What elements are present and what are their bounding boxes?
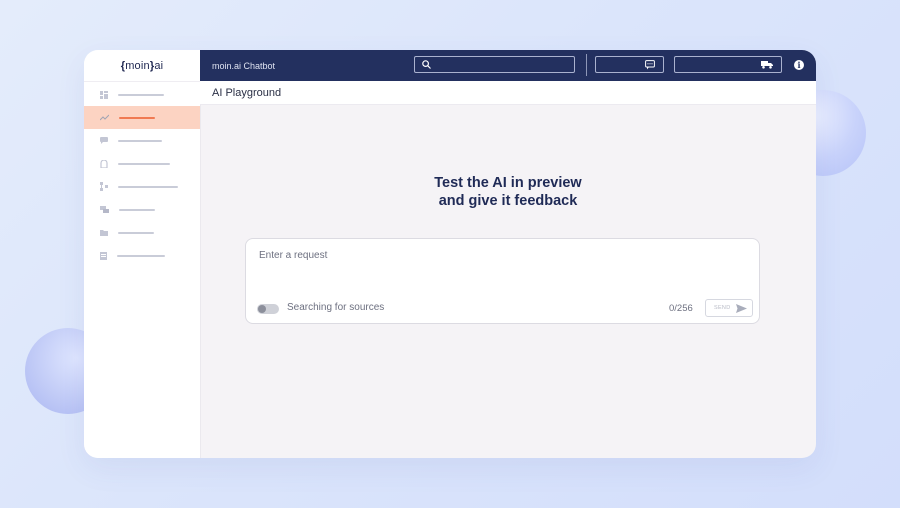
send-button-label: SEND bbox=[714, 305, 731, 311]
sources-toggle-label: Searching for sources bbox=[287, 302, 385, 313]
sidebar-item-flows[interactable] bbox=[84, 175, 200, 198]
document-icon bbox=[100, 251, 107, 260]
sidebar-item-label bbox=[118, 93, 164, 96]
topbar-title: moin.ai Chatbot bbox=[212, 60, 276, 71]
truck-icon bbox=[761, 61, 773, 69]
sidebar: {moin} ai bbox=[84, 50, 201, 458]
search-input[interactable] bbox=[414, 56, 575, 73]
hero-line-2: and give it feedback bbox=[438, 193, 578, 209]
sidebar-item-label bbox=[118, 231, 154, 234]
moin-ai-logo[interactable]: {moin} ai bbox=[84, 50, 200, 82]
search-icon bbox=[422, 60, 431, 69]
sidebar-item-label bbox=[118, 185, 178, 188]
hero-heading: Test the AI in preview and give it feedb… bbox=[200, 174, 816, 210]
sidebar-item-files[interactable] bbox=[84, 221, 200, 244]
app-window: {moin} ai moin.ai Chatbot i AI Playgroun… bbox=[84, 50, 816, 458]
sidebar-item-chat[interactable] bbox=[84, 129, 200, 152]
sidebar-item-label bbox=[117, 254, 165, 257]
request-card: Searching for sources 0/256 SEND bbox=[245, 238, 760, 324]
sidebar-item-analytics[interactable] bbox=[84, 106, 200, 129]
logo-suffix: ai bbox=[154, 59, 164, 72]
sidebar-item-dashboard[interactable] bbox=[84, 83, 200, 106]
chat-icon bbox=[100, 137, 108, 144]
hero-line-1: Test the AI in preview bbox=[434, 175, 582, 191]
page-header: AI Playground bbox=[200, 81, 816, 105]
analytics-chart-icon bbox=[100, 114, 109, 121]
sidebar-item-label bbox=[118, 162, 170, 165]
messages-icon bbox=[100, 206, 109, 213]
page-title: AI Playground bbox=[212, 86, 282, 99]
flow-icon bbox=[100, 182, 108, 191]
info-icon[interactable]: i bbox=[794, 60, 804, 70]
sidebar-item-label bbox=[119, 208, 155, 211]
sidebar-item-bot[interactable] bbox=[84, 152, 200, 175]
folder-icon bbox=[100, 230, 108, 236]
topbar-divider bbox=[586, 54, 587, 76]
send-icon bbox=[736, 304, 747, 313]
topbar: moin.ai Chatbot i bbox=[200, 50, 816, 81]
chat-preview-button[interactable] bbox=[595, 56, 664, 73]
dashboard-icon bbox=[100, 90, 108, 99]
character-counter: 0/256 bbox=[669, 303, 693, 314]
chat-bubble-icon bbox=[645, 60, 655, 70]
sidebar-item-messages[interactable] bbox=[84, 198, 200, 221]
sidebar-item-label bbox=[119, 116, 155, 119]
bot-icon bbox=[100, 159, 108, 168]
sources-toggle[interactable] bbox=[257, 304, 279, 314]
sidebar-item-label bbox=[118, 139, 162, 142]
sidebar-item-documents[interactable] bbox=[84, 244, 200, 267]
send-button[interactable]: SEND bbox=[705, 299, 753, 317]
deploy-button[interactable] bbox=[674, 56, 782, 73]
request-input[interactable] bbox=[257, 249, 741, 262]
logo-name: moin bbox=[125, 59, 150, 72]
toggle-knob bbox=[258, 305, 266, 313]
